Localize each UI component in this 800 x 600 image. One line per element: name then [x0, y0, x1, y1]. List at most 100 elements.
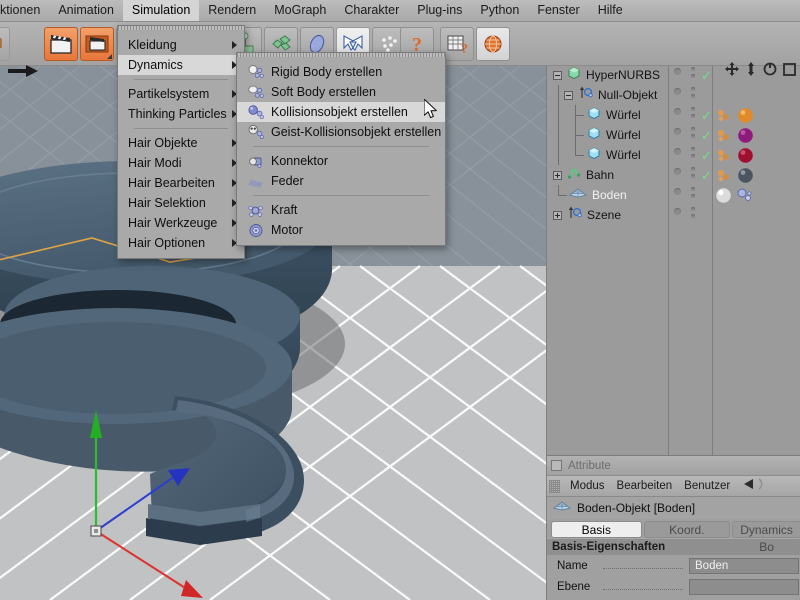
menu-item-hilfe[interactable]: Hilfe — [589, 0, 632, 21]
visibility-dot-render2[interactable] — [691, 174, 695, 178]
visibility-dot-editor[interactable] — [674, 128, 681, 135]
menu-item-dynamics[interactable]: Dynamics — [118, 55, 244, 75]
menu-item-thinking-particles[interactable]: Thinking Particles — [118, 104, 244, 124]
enabled-check-icon[interactable]: ✓ — [701, 148, 712, 164]
menu-item-partikelsystem[interactable]: Partikelsystem — [118, 84, 244, 104]
visibility-dot-render[interactable] — [691, 207, 695, 211]
ebene-input[interactable] — [689, 578, 799, 595]
rotate-view-icon[interactable] — [763, 62, 777, 81]
forward-arrow-icon[interactable] — [757, 477, 767, 495]
menu-item-kraft[interactable]: Kraft — [237, 200, 445, 220]
visibility-dot-render[interactable] — [691, 167, 695, 171]
menu-item-hair-modi[interactable]: Hair Modi — [118, 153, 244, 173]
menu-item-rendern[interactable]: Rendern — [199, 0, 265, 21]
render-view-icon[interactable] — [44, 27, 78, 61]
menu-item-motor[interactable]: Motor — [237, 220, 445, 240]
menu-item-simulation[interactable]: Simulation — [122, 0, 200, 21]
visibility-dot-editor[interactable] — [674, 208, 681, 215]
menu-tearoff-handle[interactable] — [237, 53, 445, 57]
visibility-dot-render[interactable] — [691, 127, 695, 131]
table-row[interactable]: Würfel ✓ — [547, 105, 800, 125]
object-tree[interactable]: HyperNURBS ✓ Null-Objekt Würfel ✓ Würfel… — [547, 65, 800, 455]
table-row[interactable]: Boden — [547, 185, 800, 205]
visibility-dot-render2[interactable] — [691, 94, 695, 98]
visibility-dot-render[interactable] — [691, 87, 695, 91]
table-row[interactable]: Null-Objekt — [547, 85, 800, 105]
am-menu-bearbeiten[interactable]: Bearbeiten — [611, 480, 679, 492]
table-row[interactable]: Bahn ✓ — [547, 165, 800, 185]
menu-item-hair-bearbeiten[interactable]: Hair Bearbeiten — [118, 173, 244, 193]
menu-item-hair-objekte[interactable]: Hair Objekte — [118, 133, 244, 153]
visibility-dot-render[interactable] — [691, 147, 695, 151]
menu-item-hair-optionen[interactable]: Hair Optionen — [118, 233, 244, 253]
menu-item-kleidung[interactable]: Kleidung — [118, 35, 244, 55]
menu-tearoff-handle[interactable] — [118, 26, 244, 30]
visibility-dot-editor[interactable] — [674, 148, 681, 155]
visibility-dot-render2[interactable] — [691, 134, 695, 138]
visibility-dot-render[interactable] — [691, 187, 695, 191]
menu-item-kollisionsobjekt[interactable]: Kollisionsobjekt erstellen — [237, 102, 445, 122]
visibility-dot-editor[interactable] — [674, 108, 681, 115]
dolly-view-icon[interactable] — [745, 62, 757, 81]
enabled-check-icon[interactable]: ✓ — [701, 128, 712, 144]
name-input[interactable]: Boden — [689, 557, 799, 574]
globe-icon[interactable] — [476, 27, 510, 61]
am-menu-benutzer[interactable]: Benutzer — [678, 480, 736, 492]
menu-item-hair-werkzeuge[interactable]: Hair Werkzeuge — [118, 213, 244, 233]
expand-toggle-icon[interactable] — [564, 90, 573, 100]
simulation-dropdown-menu[interactable]: Kleidung Dynamics Partikelsystem Thinkin… — [117, 25, 245, 259]
menu-item-rigid-body[interactable]: Rigid Body erstellen — [237, 62, 445, 82]
table-row[interactable]: Würfel ✓ — [547, 125, 800, 145]
menu-item-feder[interactable]: Feder — [237, 171, 445, 191]
maximize-view-icon[interactable] — [783, 62, 796, 81]
menu-item-animation[interactable]: Animation — [49, 0, 123, 21]
table-row[interactable]: Würfel ✓ — [547, 145, 800, 165]
menu-item-charakter[interactable]: Charakter — [335, 0, 408, 21]
enabled-check-icon[interactable]: ✓ — [701, 68, 712, 84]
table-row[interactable]: Szene — [547, 205, 800, 225]
expand-toggle-icon[interactable] — [553, 70, 562, 80]
tab-dynamics-body[interactable]: Dynamics Bo — [732, 521, 800, 554]
visibility-dot-editor[interactable] — [674, 168, 681, 175]
expand-toggle-icon[interactable] — [553, 170, 562, 180]
menu-item-aktionen[interactable]: ktionen — [0, 0, 49, 21]
menu-item-fenster[interactable]: Fenster — [528, 0, 588, 21]
null-object-icon — [578, 86, 594, 105]
visibility-dot-editor[interactable] — [674, 68, 681, 75]
panel-gripper-icon[interactable] — [549, 479, 560, 493]
am-menu-modus[interactable]: Modus — [564, 480, 611, 492]
panel-menu-icon[interactable] — [551, 460, 562, 471]
toolbar-arrow-icon[interactable] — [8, 52, 38, 90]
visibility-dot-render2[interactable] — [691, 74, 695, 78]
visibility-dot-render2[interactable] — [691, 214, 695, 218]
visibility-dot-render[interactable] — [691, 67, 695, 71]
tab-koord[interactable]: Koord. — [643, 521, 731, 538]
visibility-dot-render2[interactable] — [691, 114, 695, 118]
tab-basis[interactable]: Basis — [551, 521, 642, 538]
visibility-dot-editor[interactable] — [674, 88, 681, 95]
menu-label: Thinking Particles — [128, 107, 227, 121]
render-settings-icon[interactable] — [80, 27, 114, 61]
menu-item-mograph[interactable]: MoGraph — [265, 0, 335, 21]
attribute-tabs: Basis Koord. Dynamics Bo — [547, 519, 800, 554]
hypernurbs-icon — [567, 66, 581, 85]
object-name: Würfel — [606, 148, 641, 162]
menu-item-python[interactable]: Python — [471, 0, 528, 21]
expand-toggle-icon[interactable] — [553, 210, 562, 220]
visibility-dot-render[interactable] — [691, 107, 695, 111]
menu-separator — [134, 79, 228, 80]
enabled-check-icon[interactable]: ✓ — [701, 168, 712, 184]
move-view-icon[interactable] — [725, 62, 739, 81]
visibility-dot-render2[interactable] — [691, 194, 695, 198]
back-arrow-icon[interactable] — [742, 477, 756, 495]
visibility-dot-render2[interactable] — [691, 154, 695, 158]
menu-item-konnektor[interactable]: Konnektor — [237, 151, 445, 171]
dynamics-submenu[interactable]: Rigid Body erstellen Soft Body erstellen — [236, 52, 446, 246]
menu-item-plugins[interactable]: Plug-ins — [408, 0, 471, 21]
menu-item-soft-body[interactable]: Soft Body erstellen — [237, 82, 445, 102]
enabled-check-icon[interactable]: ✓ — [701, 108, 712, 124]
menu-item-hair-selektion[interactable]: Hair Selektion — [118, 193, 244, 213]
menu-separator — [253, 195, 429, 196]
menu-item-geist-kollisionsobjekt[interactable]: Geist-Kollisionsobjekt erstellen — [237, 122, 445, 142]
visibility-dot-editor[interactable] — [674, 188, 681, 195]
